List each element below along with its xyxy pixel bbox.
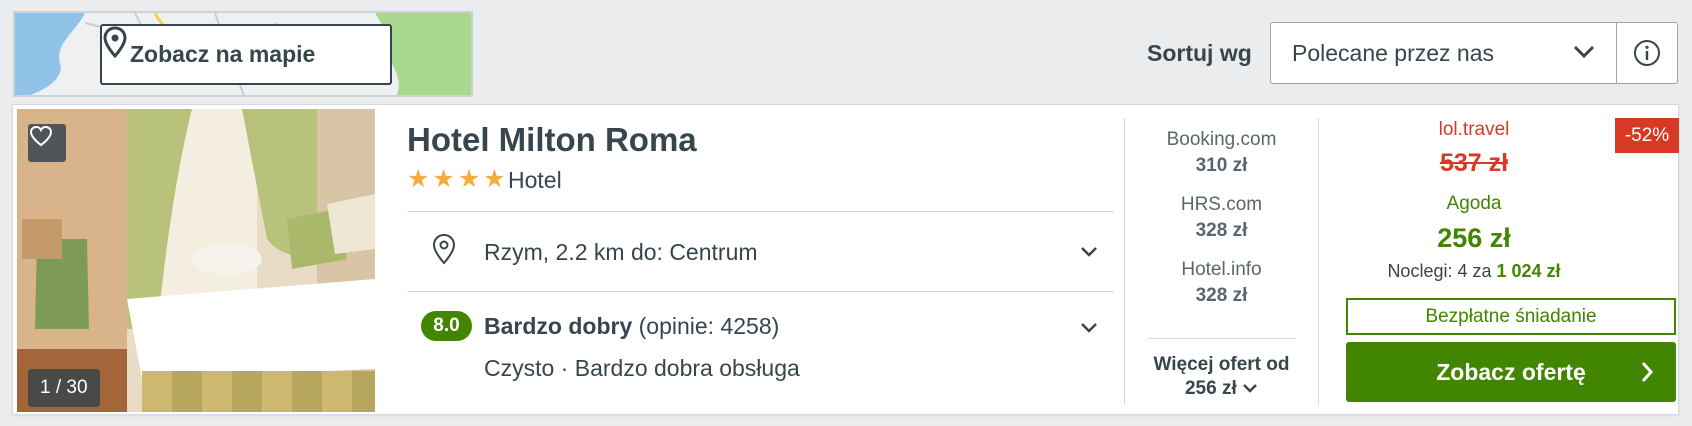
view-deal-button[interactable]: Zobacz ofertę xyxy=(1346,342,1676,402)
best-deal: -52% lol.travel 537 zł Agoda 256 zł Nocl… xyxy=(1319,105,1680,416)
heart-icon xyxy=(29,125,53,147)
hotel-info: Hotel Milton Roma ★ ★ ★ ★ Hotel Rzym, 2.… xyxy=(396,105,1114,416)
hotel-type: Hotel xyxy=(508,167,562,193)
more-offers-label: Więcej ofert od xyxy=(1153,354,1290,375)
more-offers-price: 256 zł xyxy=(1184,378,1237,399)
rating-reviews-count: (opinie: 4258) xyxy=(638,313,780,339)
chevron-right-icon xyxy=(1641,362,1654,382)
offer-site: Booking.com xyxy=(1166,129,1277,150)
rating-expand-chevron-icon[interactable] xyxy=(1079,321,1099,335)
rating-highlights: Czysto · Bardzo dobra obsługa xyxy=(484,355,800,381)
star-icon: ★ xyxy=(432,165,455,193)
offer-price: 328 zł xyxy=(1195,285,1248,306)
offer-site: HRS.com xyxy=(1180,194,1263,215)
nights-total: Noclegi: 4 za 1 024 zł xyxy=(1319,261,1629,282)
star-icon: ★ xyxy=(457,165,481,193)
favorite-button[interactable] xyxy=(28,124,66,162)
map-thumbnail[interactable]: Zobacz na mapie xyxy=(13,11,473,97)
more-offers-button[interactable]: Więcej ofert od 256 zł xyxy=(1125,353,1318,401)
free-breakfast-badge: Bezpłatne śniadanie xyxy=(1346,298,1676,335)
hotel-stars: ★ ★ ★ ★ xyxy=(407,165,506,193)
location-expand-chevron-icon[interactable] xyxy=(1079,245,1099,259)
offer-price: 328 zł xyxy=(1195,220,1248,241)
offer-item[interactable]: Booking.com 310 zł xyxy=(1125,129,1318,177)
hotel-photo[interactable]: 1 / 30 xyxy=(17,109,375,412)
info-icon xyxy=(1634,40,1660,66)
best-price[interactable]: 256 zł xyxy=(1319,223,1629,254)
show-on-map-label: Zobacz na mapie xyxy=(130,41,316,67)
map-pin-icon xyxy=(103,26,127,58)
divider xyxy=(1148,338,1296,339)
nights-prefix: Noclegi: 4 za xyxy=(1387,261,1492,281)
sort-info-button[interactable] xyxy=(1616,22,1678,84)
divider xyxy=(407,211,1114,212)
show-on-map-button[interactable]: Zobacz na mapie xyxy=(100,24,392,85)
sort-select[interactable]: Polecane przez nas xyxy=(1270,22,1617,84)
star-icon: ★ xyxy=(407,165,430,193)
other-offers: Booking.com 310 zł HRS.com 328 zł Hotel.… xyxy=(1125,105,1318,416)
chevron-down-icon xyxy=(1243,384,1257,393)
best-price-site: Agoda xyxy=(1446,193,1502,214)
offer-site: Hotel.info xyxy=(1181,259,1262,280)
location-pin-icon xyxy=(432,233,456,265)
rating-summary[interactable]: Bardzo dobry (opinie: 4258) xyxy=(484,313,779,340)
rating-score-badge: 8.0 xyxy=(421,311,472,341)
nights-total-price: 1 024 zł xyxy=(1496,261,1561,281)
offer-item[interactable]: HRS.com 328 zł xyxy=(1125,194,1318,242)
view-deal-label: Zobacz ofertę xyxy=(1436,358,1586,385)
old-price-site: lol.travel xyxy=(1438,119,1510,140)
hotel-name[interactable]: Hotel Milton Roma xyxy=(407,121,697,159)
sort-selected-value: Polecane przez nas xyxy=(1292,39,1495,66)
old-price: 537 zł xyxy=(1439,149,1509,177)
photo-counter: 1 / 30 xyxy=(28,369,100,407)
chevron-down-icon xyxy=(1573,45,1595,59)
hotel-location[interactable]: Rzym, 2.2 km do: Centrum xyxy=(484,239,758,266)
offer-item[interactable]: Hotel.info 328 zł xyxy=(1125,259,1318,307)
hotel-room-image xyxy=(17,109,375,412)
hotel-card: 1 / 30 Hotel Milton Roma ★ ★ ★ ★ Hotel R… xyxy=(12,104,1679,415)
sort-label: Sortuj wg xyxy=(1147,40,1252,66)
offer-price: 310 zł xyxy=(1195,155,1248,176)
rating-label: Bardzo dobry xyxy=(484,313,633,339)
star-icon: ★ xyxy=(483,165,506,193)
divider xyxy=(407,291,1114,292)
